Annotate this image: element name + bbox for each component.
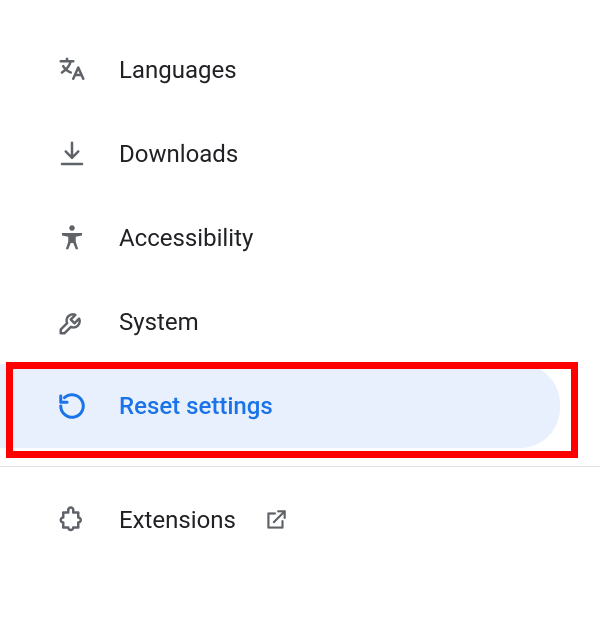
sidebar-item-label: System [119, 308, 199, 336]
download-icon [55, 137, 89, 171]
extension-icon [55, 503, 89, 537]
sidebar-item-languages[interactable]: Languages [0, 28, 600, 112]
sidebar-item-label: Languages [119, 56, 237, 84]
translate-icon [55, 53, 89, 87]
sidebar-item-label: Extensions [119, 506, 236, 534]
settings-sidebar: Languages Downloads Accessibility System [0, 0, 600, 555]
sidebar-item-system[interactable]: System [0, 280, 600, 364]
sidebar-item-label: Reset settings [119, 392, 273, 420]
sidebar-item-downloads[interactable]: Downloads [0, 112, 600, 196]
open-in-new-icon [262, 506, 290, 534]
sidebar-item-extensions[interactable]: Extensions [0, 485, 600, 555]
sidebar-item-label: Downloads [119, 140, 238, 168]
reset-icon [55, 389, 89, 423]
divider [0, 466, 600, 467]
sidebar-item-label: Accessibility [119, 224, 253, 252]
accessibility-icon [55, 221, 89, 255]
wrench-icon [55, 305, 89, 339]
sidebar-item-reset-settings[interactable]: Reset settings [0, 364, 560, 448]
sidebar-item-accessibility[interactable]: Accessibility [0, 196, 600, 280]
